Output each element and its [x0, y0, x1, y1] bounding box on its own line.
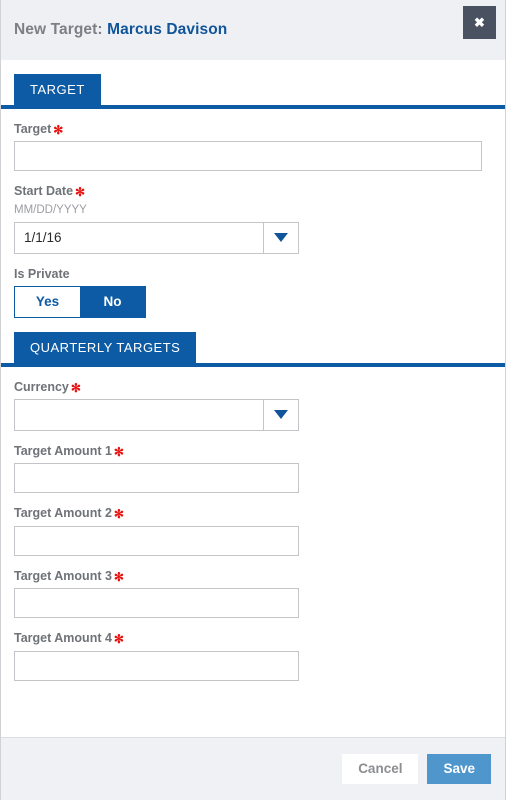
target-input[interactable]: [14, 141, 482, 172]
field-is-private: Is Private Yes No: [14, 267, 492, 318]
field-target-amount-3: Target Amount 3 ✻: [14, 569, 492, 619]
field-target-amount-1: Target Amount 1 ✻: [14, 444, 492, 494]
required-asterisk-icon: ✻: [113, 507, 124, 522]
field-currency: Currency ✻: [14, 380, 492, 431]
field-target-amount-2-label-text: Target Amount 2: [14, 506, 112, 521]
quarterly-targets-section-tabstrip: QUARTERLY TARGETS: [1, 318, 505, 363]
field-target-label: Target ✻: [14, 122, 492, 137]
chevron-down-icon: [274, 410, 288, 420]
field-start-date-label-text: Start Date: [14, 184, 74, 199]
is-private-option-no[interactable]: No: [80, 286, 145, 317]
field-target-label-text: Target: [14, 122, 52, 136]
page-title-record-name: Marcus Davison: [107, 21, 228, 38]
dialog-body: TARGET Target✻ Start Date✻ MM/DD/YYYY: [1, 60, 505, 737]
new-target-dialog: New Target: Marcus Davison ✖ TARGET Targ…: [0, 0, 506, 800]
field-target-amount-3-label-text: Target Amount 3: [14, 568, 112, 583]
start-date-dropdown-button[interactable]: [263, 222, 298, 253]
chevron-down-icon: [274, 233, 288, 243]
quarterly-targets-section-divider: [1, 362, 505, 367]
start-date-format-hint: MM/DD/YYYY: [14, 203, 87, 216]
required-asterisk-icon: ✻: [53, 123, 64, 137]
quarterly-targets-section-fields: Currency ✻ Target Amount 1 ✻ Target Amount: [1, 380, 505, 681]
dialog-header: New Target: Marcus Davison ✖: [1, 0, 505, 60]
field-target: Target ✻: [14, 122, 492, 172]
target-amount-1-input[interactable]: [14, 463, 299, 494]
dialog-footer: Cancel Save: [1, 737, 505, 800]
field-start-date: Start Date ✻ MM/DD/YYYY: [14, 184, 492, 254]
start-date-combo: [14, 221, 299, 254]
required-asterisk-icon: ✻: [70, 380, 81, 395]
field-target-amount-3-label: Target Amount 3 ✻: [14, 569, 492, 584]
cancel-button[interactable]: Cancel: [342, 754, 419, 784]
field-target-amount-1-label: Target Amount 1 ✻: [14, 444, 492, 459]
target-amount-4-input[interactable]: [14, 650, 299, 681]
target-amount-3-input[interactable]: [14, 588, 299, 619]
field-is-private-label-text: Is Private: [14, 266, 70, 281]
field-start-date-label: Start Date ✻: [14, 184, 492, 199]
tab-quarterly-targets[interactable]: QUARTERLY TARGETS: [14, 331, 197, 363]
field-target-amount-4-label-text: Target Amount 4: [14, 631, 112, 646]
field-is-private-label: Is Private: [14, 267, 492, 282]
required-asterisk-icon: ✻: [75, 185, 86, 200]
required-asterisk-icon: ✻: [113, 569, 124, 584]
close-icon: ✖: [474, 15, 485, 30]
field-currency-label-text: Currency: [14, 379, 69, 394]
target-section-tabstrip: TARGET: [1, 60, 505, 105]
field-target-amount-2: Target Amount 2 ✻: [14, 506, 492, 556]
is-private-toggle: Yes No: [14, 285, 146, 318]
save-button[interactable]: Save: [427, 754, 491, 784]
field-target-amount-1-label-text: Target Amount 1: [14, 443, 112, 458]
field-currency-label: Currency ✻: [14, 380, 492, 395]
field-target-amount-4: Target Amount 4 ✻: [14, 631, 492, 681]
target-section-divider: [1, 105, 505, 109]
field-target-amount-4-label: Target Amount 4 ✻: [14, 631, 492, 646]
field-target-amount-2-label: Target Amount 2 ✻: [14, 506, 492, 521]
close-button[interactable]: ✖: [463, 6, 496, 39]
required-asterisk-icon: ✻: [113, 444, 124, 459]
target-amount-2-input[interactable]: [14, 525, 299, 556]
currency-combo: [14, 398, 299, 431]
is-private-option-yes[interactable]: Yes: [15, 286, 80, 317]
currency-input[interactable]: [15, 399, 263, 430]
page-title-prefix: New Target:: [14, 21, 103, 38]
currency-dropdown-button[interactable]: [263, 399, 298, 430]
required-asterisk-icon: ✻: [113, 632, 124, 647]
start-date-input[interactable]: [15, 222, 263, 253]
page-title: New Target: Marcus Davison: [14, 21, 227, 39]
target-section-fields: Target✻ Start Date✻ MM/DD/YYYY Is: [1, 122, 505, 318]
tab-target[interactable]: TARGET: [14, 74, 101, 105]
